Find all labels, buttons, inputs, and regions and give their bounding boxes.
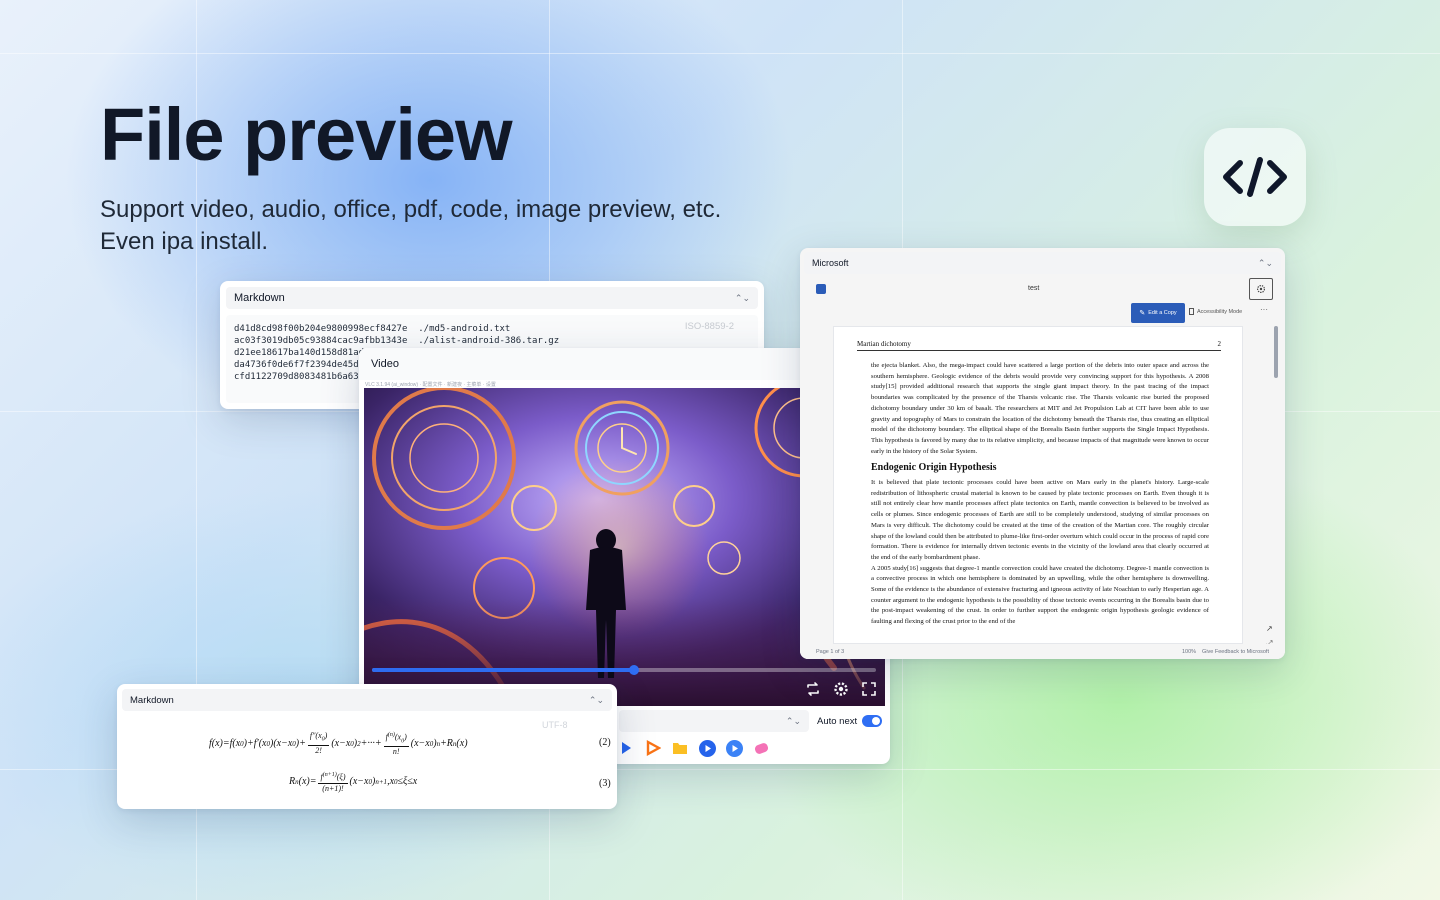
- accessibility-mode-label: Accessibility Mode: [1197, 308, 1243, 315]
- video-info: VLC 3.1.94 (ai_window) · 配置文件 · 新建夜 · 主菜…: [365, 382, 496, 388]
- gear-icon: [1256, 284, 1266, 294]
- external-players: [617, 739, 770, 757]
- running-header: Martian dichotomy 2: [857, 340, 1221, 351]
- subtitle-line: Even ipa install.: [100, 228, 269, 255]
- auto-next-toggle[interactable]: [862, 715, 883, 727]
- video-progress-bar[interactable]: [372, 665, 876, 675]
- office-previewer-select[interactable]: Microsoft ⌃⌄: [804, 252, 1281, 274]
- vlc-play-circle-icon[interactable]: [698, 739, 716, 757]
- document-page: Martian dichotomy 2 the ejecta blanket. …: [833, 326, 1243, 644]
- document-body: the ejecta blanket. Also, the mega-impac…: [871, 361, 1209, 628]
- code-line: d41d8cd98f00b204e9800998ecf8427e ./md5-a…: [234, 324, 511, 334]
- taylor-equation: f(x)=f(x 0)+f′(x 0)(x−x 0)+ f″(x0) 2! (x−x 0)…: [209, 731, 468, 757]
- auto-next-label: Auto next: [817, 715, 858, 727]
- accessibility-mode-button[interactable]: Accessibility Mode: [1189, 308, 1242, 315]
- previewer-select[interactable]: Markdown ⌃⌄: [226, 287, 758, 309]
- markdown-math-card: Markdown ⌃⌄ UTF-8 f(x)=f(x 0)+f′(x 0)(x−x 0…: [117, 684, 617, 809]
- section-heading: Endogenic Origin Hypothesis: [871, 462, 997, 474]
- code-icon: [1223, 157, 1287, 197]
- zoom-level[interactable]: 100%: [1182, 649, 1196, 655]
- play-icon[interactable]: [617, 739, 635, 757]
- edit-copy-label: Edit a Copy: [1148, 310, 1177, 316]
- infuse-icon[interactable]: [644, 739, 662, 757]
- paragraph: A 2005 study[16] suggests that degree-1 …: [871, 564, 1209, 626]
- page-title: File preview: [100, 93, 513, 176]
- code-line: ac03f3019db05c93884cac9afbb1343e ./alist…: [234, 336, 560, 346]
- settings-gear-icon[interactable]: [832, 680, 850, 698]
- header-title: Martian dichotomy: [857, 340, 911, 348]
- folder-icon[interactable]: [671, 739, 689, 757]
- office-preview-card: Microsoft ⌃⌄ test ✎ Edit a Copy Accessib…: [800, 248, 1285, 659]
- page-subtitle: Support video, audio, office, pdf, code,…: [100, 194, 721, 258]
- chevron-updown-icon: ⌃⌄: [588, 694, 604, 705]
- page-number: 2: [1217, 340, 1222, 348]
- fraction: f(n)(x0) n!: [383, 732, 409, 757]
- paragraph: It is believed that plate tectonic proce…: [871, 479, 1209, 561]
- word-settings-button[interactable]: [1249, 278, 1273, 300]
- document-name: test: [1028, 285, 1040, 292]
- edit-copy-button[interactable]: ✎ Edit a Copy: [1131, 303, 1185, 323]
- player-options-row: ⌃⌄ Auto next: [619, 710, 887, 732]
- loop-icon[interactable]: [804, 680, 822, 698]
- remainder-equation: Rn (x)= f(n+1)(ξ) (n+1)! (x−x 0) n+1 ,x 0 ≤ξ≤x: [289, 772, 418, 793]
- word-logo-icon: [816, 284, 826, 294]
- previewer-select[interactable]: Markdown ⌃⌄: [122, 689, 612, 711]
- encoding-select[interactable]: UTF-8: [542, 720, 568, 730]
- open-external-icon[interactable]: ↗: [1266, 624, 1273, 633]
- word-status-bar: Page 1 of 3 100% Give Feedback to Micros…: [800, 644, 1285, 659]
- equation-number: (2): [599, 737, 611, 748]
- paragraph: the ejecta blanket. Also, the mega-impac…: [871, 362, 1209, 455]
- bg-gridline: [0, 53, 1440, 54]
- office-previewer-select-label: Microsoft: [812, 258, 849, 268]
- code-badge: [1204, 128, 1306, 226]
- previewer-select-label: Markdown: [130, 694, 174, 706]
- document-icon: [1189, 308, 1194, 315]
- scrollbar[interactable]: [1274, 326, 1278, 378]
- eraser-icon[interactable]: [752, 739, 770, 757]
- more-options-icon[interactable]: ···: [1260, 305, 1268, 314]
- page-status: Page 1 of 3: [816, 648, 845, 655]
- feedback-link[interactable]: Give Feedback to Microsoft: [1202, 649, 1269, 655]
- equation-number: (3): [599, 778, 611, 789]
- iina-play-circle-icon[interactable]: [725, 739, 743, 757]
- encoding-select[interactable]: ISO-8859-2: [685, 321, 734, 332]
- chevron-updown-icon: ⌃⌄: [734, 292, 750, 303]
- video-progress-fill: [372, 668, 635, 672]
- chevron-updown-icon: ⌃⌄: [1257, 257, 1273, 268]
- external-player-select[interactable]: ⌃⌄: [619, 710, 809, 732]
- pencil-icon: ✎: [1139, 310, 1146, 317]
- previewer-select-label: Markdown: [234, 292, 285, 304]
- fullscreen-icon[interactable]: [860, 680, 878, 698]
- chevron-updown-icon: ⌃⌄: [785, 715, 801, 726]
- fraction: f″(x0) 2!: [307, 731, 330, 755]
- fraction: f(n+1)(ξ) (n+1)!: [318, 772, 348, 793]
- subtitle-line: Support video, audio, office, pdf, code,…: [100, 196, 722, 223]
